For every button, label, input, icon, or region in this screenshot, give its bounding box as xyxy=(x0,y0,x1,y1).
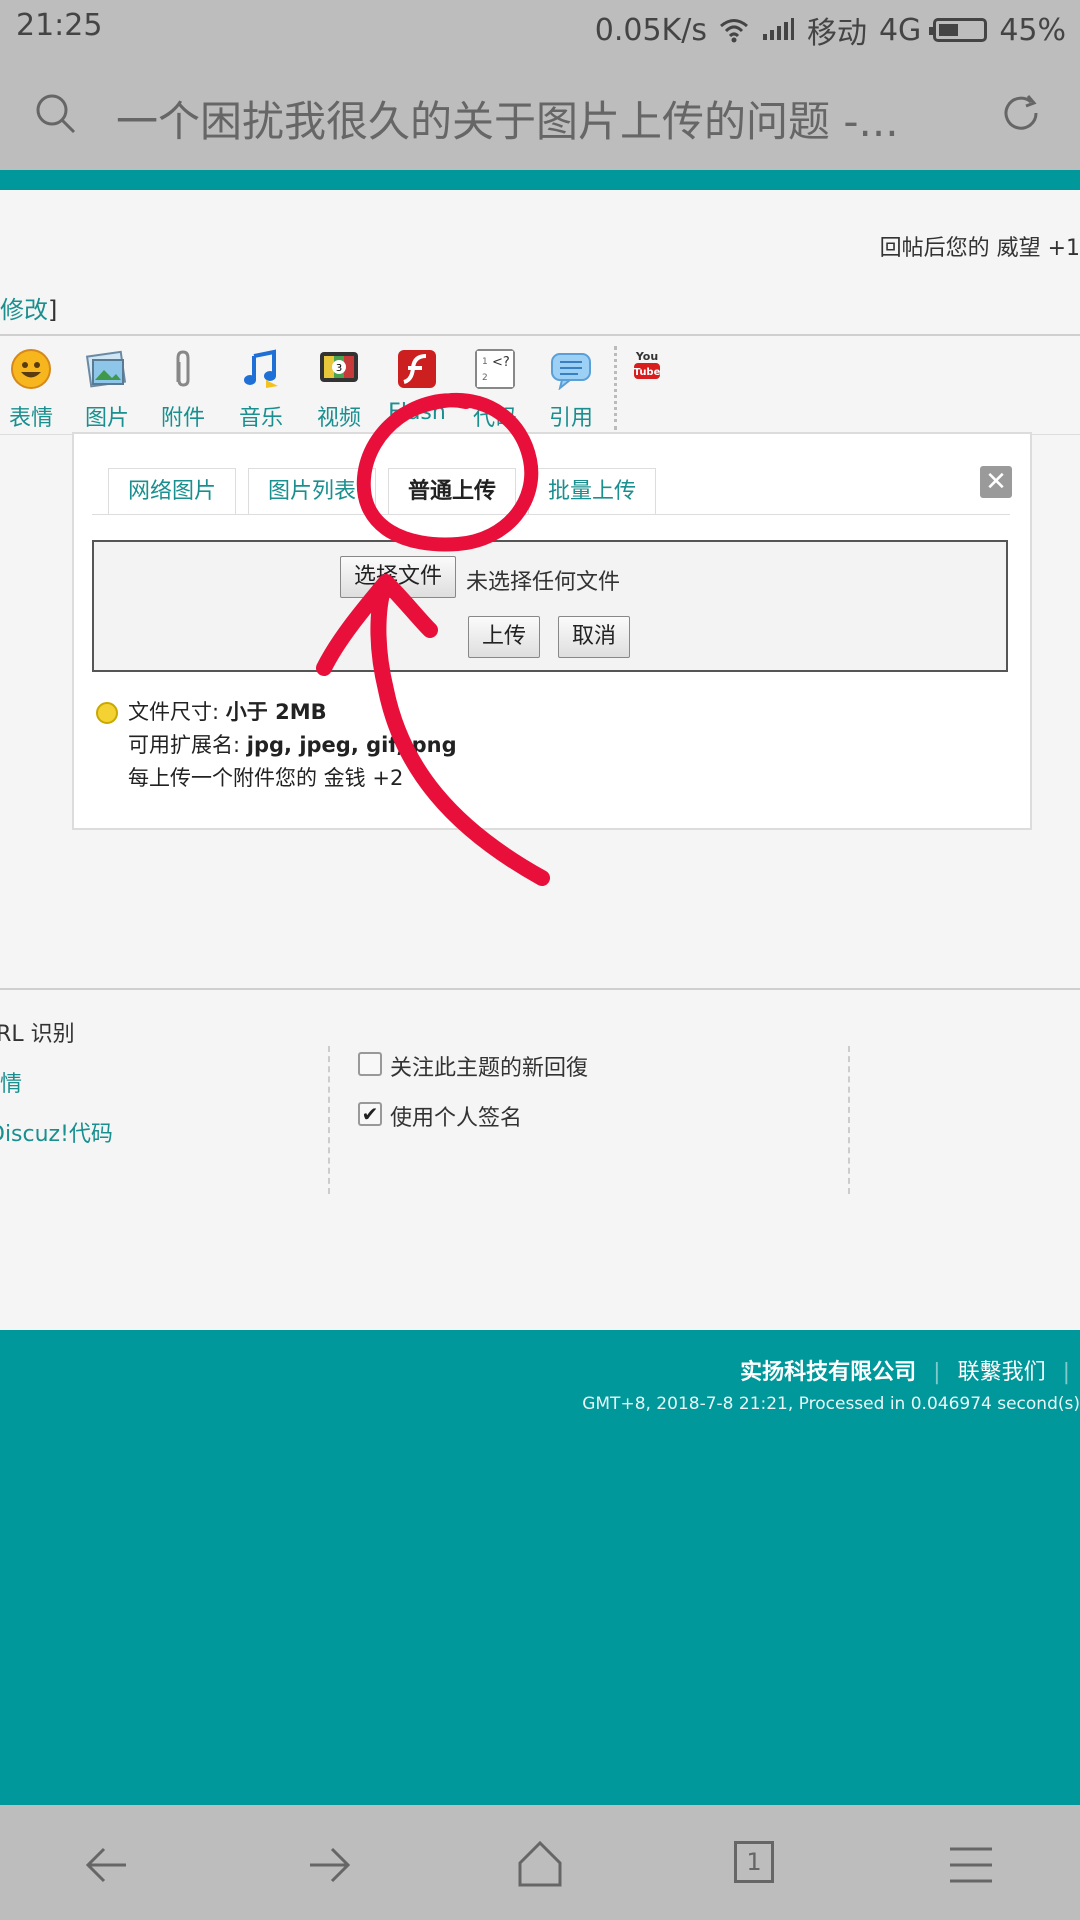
signal-icon xyxy=(762,18,794,40)
home-icon[interactable] xyxy=(510,1835,570,1895)
toolbar-label: 附件 xyxy=(160,406,205,431)
address-bar[interactable]: 一个困扰我很久的关于图片上传的问题 -... xyxy=(0,56,1080,170)
toolbar-smiley[interactable]: 表情 xyxy=(0,340,66,432)
choose-file-button[interactable]: 选择文件 xyxy=(340,556,456,598)
svg-text:2: 2 xyxy=(482,373,488,383)
video-tv-icon: 3 xyxy=(320,352,358,382)
paperclip-icon xyxy=(176,350,190,387)
company-link[interactable]: 实扬科技有限公司 xyxy=(740,1360,916,1385)
smilies-option[interactable]: 表情 xyxy=(0,1060,113,1110)
image-icon xyxy=(85,350,127,388)
svg-text:Tube: Tube xyxy=(634,367,661,378)
status-bar: 21:25 0.05K/s 移动 4G 45% xyxy=(0,0,1080,56)
discuz-code-option[interactable]: Discuz!代码 xyxy=(0,1110,113,1160)
edit-link[interactable]: 修改 xyxy=(0,296,48,324)
toolbar-code[interactable]: 1 2 <? 代码 xyxy=(460,340,530,432)
site-footer: 实扬科技有限公司 | 联繫我们 | GMT+8, 2018-7-8 21:21,… xyxy=(0,1330,1080,1805)
toolbar-quote[interactable]: 引用 xyxy=(536,340,606,432)
divider xyxy=(0,334,1080,336)
upload-tips: 文件尺寸: 小于 2MB 可用扩展名: jpg, jpeg, gif, png … xyxy=(128,696,457,795)
post-options-left: URL 识别 表情 Discuz!代码 xyxy=(0,1010,113,1160)
menu-icon[interactable] xyxy=(942,1835,1002,1895)
youtube-icon[interactable]: You Tube xyxy=(632,348,662,382)
toolbar-label: 引用 xyxy=(548,406,593,431)
toolbar-video[interactable]: 3 视频 xyxy=(304,340,374,432)
smiley-icon xyxy=(11,349,51,389)
edit-fragment: 修改] xyxy=(0,290,57,325)
tab-underline xyxy=(92,514,1010,515)
battery-icon xyxy=(929,18,988,42)
edit-bracket: ] xyxy=(48,296,58,324)
contact-link[interactable]: 联繫我们 xyxy=(958,1360,1046,1385)
reward-text: 每上传一个附件您的 金钱 +2 xyxy=(128,766,404,790)
status-time: 21:25 xyxy=(16,8,103,43)
signature-label: 使用个人签名 xyxy=(390,1106,523,1131)
tab-web-image[interactable]: 网络图片 xyxy=(108,468,236,515)
footer-stats: GMT+8, 2018-7-8 21:21, Processed in 0.04… xyxy=(582,1394,1080,1414)
image-upload-dialog: 网络图片 图片列表 普通上传 批量上传 ✕ 选择文件 未选择任何文件 上传 取消… xyxy=(72,432,1032,830)
toolbar-music[interactable]: 音乐 xyxy=(226,340,296,432)
svg-text:You: You xyxy=(635,350,658,363)
toolbar-label: Flash xyxy=(388,400,446,425)
size-line: 文件尺寸: 小于 2MB xyxy=(128,696,457,729)
toolbar-label: 音乐 xyxy=(238,406,283,431)
svg-text:3: 3 xyxy=(336,363,342,374)
back-icon[interactable] xyxy=(80,1835,140,1895)
svg-text:1: 1 xyxy=(482,357,488,367)
signature-checkbox[interactable]: ✔ xyxy=(358,1102,382,1126)
close-icon[interactable]: ✕ xyxy=(980,466,1012,498)
tabs-icon[interactable]: 1 xyxy=(726,1835,786,1895)
reply-prestige-note: 回帖后您的 威望 +1 xyxy=(879,236,1080,261)
page-title[interactable]: 一个困扰我很久的关于图片上传的问题 -... xyxy=(116,88,976,149)
toolbar-flash[interactable]: Flash xyxy=(382,340,452,425)
svg-text:<?: <? xyxy=(492,355,510,370)
toolbar-image[interactable]: 图片 xyxy=(72,340,142,432)
toolbar-attachment[interactable]: 附件 xyxy=(148,340,218,432)
divider xyxy=(0,988,1080,990)
bottom-navigation: 1 xyxy=(0,1805,1080,1920)
size-label: 文件尺寸: xyxy=(128,700,220,724)
column-divider xyxy=(328,1046,330,1194)
url-detect-option[interactable]: URL 识别 xyxy=(0,1010,113,1060)
size-value: 小于 2MB xyxy=(225,700,327,724)
ext-line: 可用扩展名: jpg, jpeg, gif, png xyxy=(128,729,457,762)
flash-icon xyxy=(398,350,436,388)
toolbar-label: 代码 xyxy=(472,406,517,431)
toolbar-label: 视频 xyxy=(316,406,361,431)
code-icon: 1 2 <? xyxy=(475,349,515,389)
toolbar-label: 表情 xyxy=(8,406,53,431)
search-icon[interactable] xyxy=(34,92,78,136)
refresh-icon[interactable] xyxy=(998,90,1044,136)
web-content: 回帖后您的 威望 +1 修改] 表情 图片 附件 音乐 3 视频 Flash 1 xyxy=(0,170,1080,1805)
tab-batch-upload[interactable]: 批量上传 xyxy=(528,468,656,515)
tab-count: 1 xyxy=(734,1841,774,1883)
carrier-name: 移动 xyxy=(806,16,867,51)
network-speed: 0.05K/s xyxy=(594,12,707,48)
quote-bubble-icon xyxy=(551,353,591,391)
top-accent-bar xyxy=(0,170,1080,190)
column-divider xyxy=(848,1046,850,1194)
toolbar-label: 图片 xyxy=(84,406,129,431)
status-right: 0.05K/s 移动 4G 45% xyxy=(595,8,1066,52)
upload-button[interactable]: 上传 xyxy=(468,616,540,658)
wifi-icon xyxy=(720,19,748,43)
follow-topic-label: 关注此主题的新回復 xyxy=(390,1056,589,1081)
battery-percent: 45% xyxy=(999,12,1066,48)
ext-value: jpg, jpeg, gif, png xyxy=(246,733,457,757)
battery-level xyxy=(939,24,959,36)
tab-normal-upload[interactable]: 普通上传 xyxy=(388,468,516,515)
no-file-text: 未选择任何文件 xyxy=(466,570,621,595)
footer-links: 实扬科技有限公司 | 联繫我们 | xyxy=(740,1360,1070,1385)
ext-label: 可用扩展名: xyxy=(128,733,241,757)
network-type: 4G xyxy=(878,12,922,48)
upload-form: 选择文件 未选择任何文件 上传 取消 xyxy=(92,540,1008,672)
lightbulb-icon xyxy=(96,702,118,724)
follow-topic-checkbox[interactable] xyxy=(358,1052,382,1076)
toolbar-separator xyxy=(614,346,617,430)
tab-image-list[interactable]: 图片列表 xyxy=(248,468,376,515)
cancel-button[interactable]: 取消 xyxy=(558,616,630,658)
forward-icon[interactable] xyxy=(296,1835,356,1895)
music-note-icon xyxy=(244,349,278,388)
